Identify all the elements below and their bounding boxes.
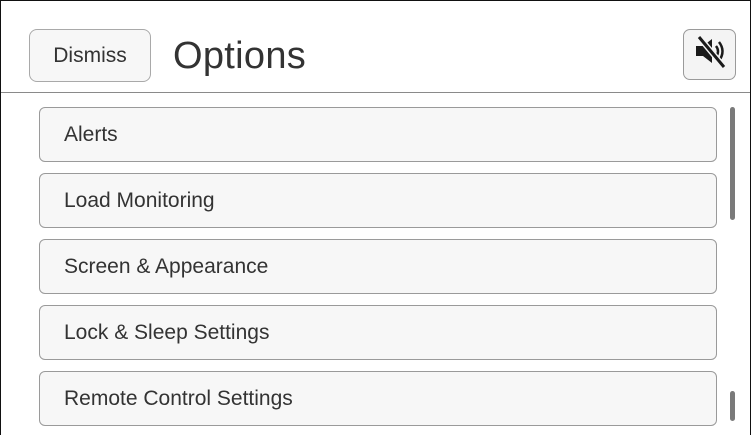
page-title: Options <box>173 35 307 77</box>
header-bar: Dismiss Options <box>1 1 750 91</box>
menu-item-label: Lock & Sleep Settings <box>64 320 270 344</box>
options-list: Alerts Load Monitoring Screen & Appearan… <box>39 107 717 435</box>
scrollbar-track-end[interactable] <box>730 391 735 421</box>
menu-item-label: Remote Control Settings <box>64 386 293 410</box>
scrollbar-thumb[interactable] <box>730 107 735 220</box>
options-window: Dismiss Options Alerts Load Monitoring S… <box>0 0 751 435</box>
menu-item-label: Load Monitoring <box>64 188 215 212</box>
speaker-muted-icon <box>690 32 730 77</box>
menu-item-remote-control-settings[interactable]: Remote Control Settings <box>39 371 717 426</box>
header-divider <box>1 92 750 93</box>
menu-item-alerts[interactable]: Alerts <box>39 107 717 162</box>
dismiss-button[interactable]: Dismiss <box>29 29 151 82</box>
mute-button[interactable] <box>683 29 736 80</box>
menu-item-label: Alerts <box>64 122 118 146</box>
menu-item-screen-appearance[interactable]: Screen & Appearance <box>39 239 717 294</box>
menu-item-load-monitoring[interactable]: Load Monitoring <box>39 173 717 228</box>
menu-item-lock-sleep-settings[interactable]: Lock & Sleep Settings <box>39 305 717 360</box>
menu-item-label: Screen & Appearance <box>64 254 269 278</box>
